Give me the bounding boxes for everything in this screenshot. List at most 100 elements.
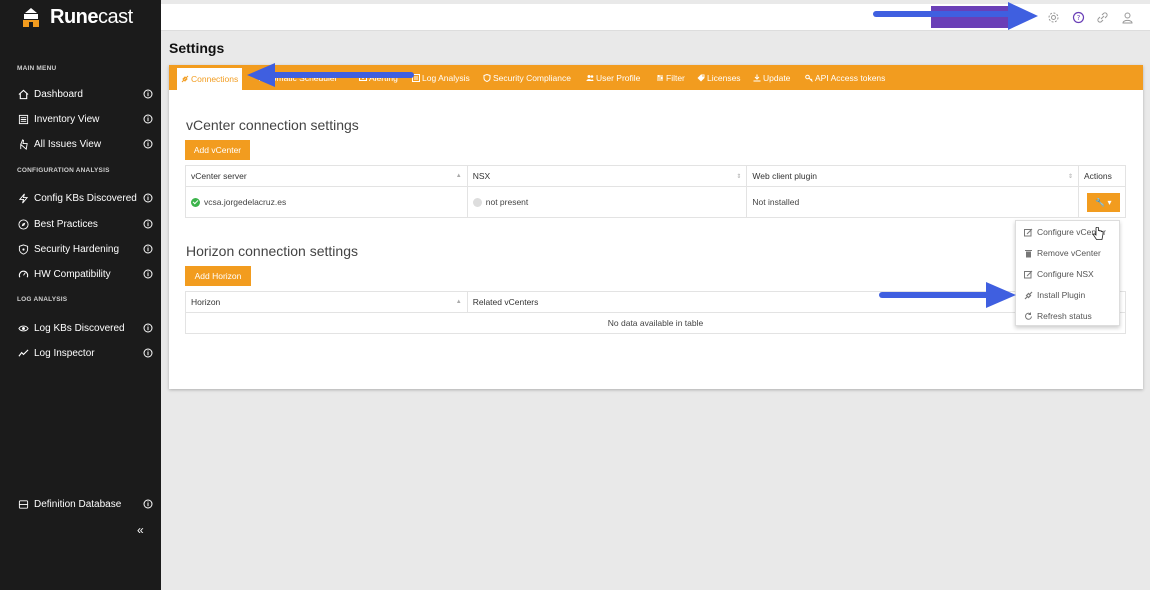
- user-icon[interactable]: [1121, 11, 1134, 24]
- info-icon[interactable]: [143, 323, 153, 333]
- tab-security-compliance[interactable]: Security Compliance: [483, 65, 571, 90]
- column-header-nsx[interactable]: NSX ⇕: [466, 165, 748, 187]
- section-title-configuration-analysis: CONFIGURATION ANALYSIS: [17, 167, 110, 174]
- hand-cursor-icon: [1092, 227, 1104, 240]
- tab-update[interactable]: Update: [753, 65, 790, 90]
- add-horizon-button[interactable]: Add Horizon: [185, 266, 251, 286]
- vcenter-table: vCenter server ▲ NSX ⇕ Web client plugin ⇕ …: [185, 165, 1127, 218]
- annotation-arrow-icon: [247, 63, 414, 87]
- edit-icon: [1024, 270, 1033, 279]
- refresh-icon: [1024, 312, 1033, 321]
- info-icon[interactable]: [143, 114, 153, 124]
- sidebar-item-hw-compatibility[interactable]: HW Compatibility: [17, 266, 153, 282]
- help-icon[interactable]: ?: [1072, 11, 1085, 24]
- sidebar-item-label: Log KBs Discovered: [34, 322, 125, 334]
- shield-icon: [17, 243, 29, 255]
- table-header-row: vCenter server ▲ NSX ⇕ Web client plugin ⇕ …: [185, 165, 1127, 187]
- menu-item-refresh-status[interactable]: Refresh status: [1024, 309, 1092, 323]
- actions-dropdown-menu: Configure vCenter Remove vCenter Configu…: [1015, 220, 1120, 326]
- vcenter-server-cell: vcsa.jorgedelacruz.es: [185, 186, 468, 218]
- sort-icon: ▲: [455, 299, 462, 305]
- table-row: vcsa.jorgedelacruz.es not present Not in…: [185, 186, 1127, 218]
- logo-mark-icon: [23, 7, 39, 27]
- info-icon[interactable]: [143, 89, 153, 99]
- vcenter-section-title: vCenter connection settings: [186, 117, 359, 133]
- sidebar-item-log-kbs[interactable]: Log KBs Discovered: [17, 320, 153, 336]
- info-icon[interactable]: [143, 139, 153, 149]
- info-icon[interactable]: [143, 244, 153, 254]
- sidebar-item-label: Security Hardening: [34, 243, 120, 255]
- users-icon: [586, 74, 594, 81]
- tab-filter[interactable]: Filter: [656, 65, 685, 90]
- shield-icon: [483, 73, 491, 82]
- tab-licenses[interactable]: Licenses: [697, 65, 741, 90]
- link-icon[interactable]: [1096, 11, 1109, 24]
- column-header-vcenter-server[interactable]: vCenter server ▲: [185, 165, 468, 187]
- svg-text:?: ?: [1077, 14, 1081, 22]
- sidebar-item-dashboard[interactable]: Dashboard: [17, 86, 153, 102]
- sidebar-item-config-kbs[interactable]: Config KBs Discovered: [17, 190, 153, 206]
- tag-icon: [697, 74, 705, 81]
- plug-icon: [1024, 291, 1033, 300]
- info-icon[interactable]: [143, 193, 153, 203]
- sidebar-item-definition-database[interactable]: Definition Database: [17, 496, 153, 512]
- sidebar-item-security-hardening[interactable]: Security Hardening: [17, 241, 153, 257]
- tab-label: Filter: [666, 72, 685, 83]
- menu-item-configure-nsx[interactable]: Configure NSX: [1024, 267, 1094, 281]
- hand-icon: [17, 138, 29, 150]
- status-absent-icon: [472, 198, 482, 208]
- download-icon: [753, 74, 761, 81]
- app-root: Runecast MAIN MENU Dashboard Inventory V…: [0, 0, 1150, 590]
- annotation-arrow-icon: [879, 282, 1016, 308]
- eye-icon: [17, 322, 29, 334]
- info-icon[interactable]: [143, 348, 153, 358]
- tab-label: Security Compliance: [493, 72, 571, 83]
- pulse-icon: [17, 347, 29, 359]
- plug-icon: [181, 75, 189, 83]
- bolt-icon: [17, 192, 29, 204]
- sidebar-item-label: Best Practices: [34, 218, 98, 230]
- column-header-actions: Actions: [1077, 165, 1127, 187]
- gauge-icon: [17, 268, 29, 280]
- tab-label: Update: [763, 72, 791, 83]
- gear-icon[interactable]: [1047, 11, 1060, 24]
- sidebar-item-label: All Issues View: [34, 138, 102, 150]
- tab-api-access-tokens[interactable]: API Access tokens: [805, 65, 885, 90]
- actions-cell: 🔧 ▾: [1077, 186, 1127, 218]
- sidebar-item-all-issues-view[interactable]: All Issues View: [17, 136, 153, 152]
- sidebar-item-inventory-view[interactable]: Inventory View: [17, 111, 153, 127]
- tab-label: Licenses: [707, 72, 741, 83]
- empty-table-message: No data available in table: [185, 312, 1126, 334]
- tab-log-analysis[interactable]: Log Analysis: [412, 65, 470, 90]
- sidebar-item-label: Definition Database: [34, 498, 122, 510]
- trash-icon: [1024, 249, 1033, 258]
- info-icon[interactable]: [143, 499, 153, 509]
- annotation-arrow-icon: [873, 2, 1038, 30]
- collapse-sidebar-button[interactable]: «: [137, 523, 144, 537]
- info-icon[interactable]: [143, 219, 153, 229]
- inventory-icon: [17, 113, 29, 125]
- info-icon[interactable]: [143, 269, 153, 279]
- logo[interactable]: Runecast: [20, 6, 133, 29]
- compass-icon: [17, 218, 29, 230]
- column-header-web-client-plugin[interactable]: Web client plugin ⇕: [746, 165, 1079, 187]
- horizon-section-title: Horizon connection settings: [186, 243, 358, 259]
- tab-user-profile[interactable]: User Profile: [586, 65, 640, 90]
- menu-item-remove-vcenter[interactable]: Remove vCenter: [1024, 246, 1101, 260]
- section-title-main-menu: MAIN MENU: [17, 65, 57, 72]
- sidebar-item-log-inspector[interactable]: Log Inspector: [17, 345, 153, 361]
- logo-text: Runecast: [50, 6, 133, 28]
- menu-item-install-plugin[interactable]: Install Plugin: [1024, 288, 1085, 302]
- tab-label: Log Analysis: [422, 72, 470, 83]
- add-vcenter-button[interactable]: Add vCenter: [185, 140, 250, 160]
- database-icon: [17, 498, 29, 510]
- column-header-horizon[interactable]: Horizon ▲: [185, 291, 468, 313]
- section-title-log-analysis: LOG ANALYSIS: [17, 296, 68, 303]
- sidebar-item-label: Config KBs Discovered: [34, 192, 137, 204]
- sidebar-item-best-practices[interactable]: Best Practices: [17, 216, 153, 232]
- edit-icon: [1024, 228, 1033, 237]
- tab-label: User Profile: [596, 72, 641, 83]
- tab-connections[interactable]: Connections: [177, 68, 243, 90]
- sidebar-item-label: Dashboard: [34, 88, 83, 100]
- actions-dropdown-button[interactable]: 🔧 ▾: [1086, 192, 1120, 212]
